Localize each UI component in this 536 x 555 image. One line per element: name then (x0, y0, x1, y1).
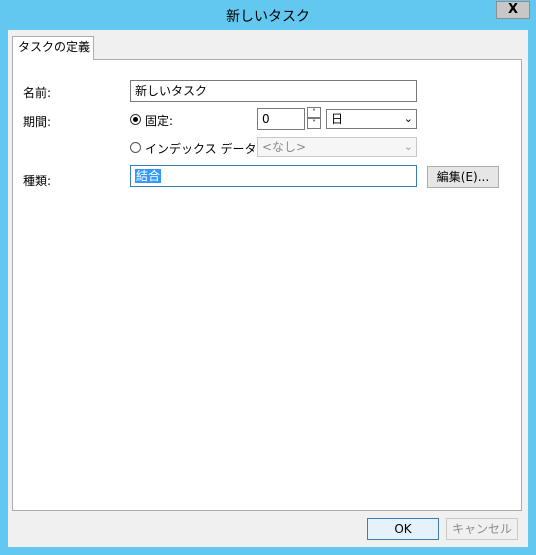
unit-select[interactable]: 日 ⌄ (326, 109, 417, 129)
cancel-button[interactable]: キャンセル (446, 518, 518, 540)
chevron-up-icon: ˄ (312, 108, 316, 117)
name-input[interactable]: 新しいタスク (130, 80, 417, 102)
fixed-duration-input[interactable]: 0 (257, 108, 305, 130)
close-button[interactable]: X (496, 1, 530, 19)
type-input-selected-text: 結合 (135, 169, 162, 183)
title-bar[interactable]: 新しいタスク X (0, 0, 536, 30)
tab-panel: 名前: 新しいタスク 期間: 固定: 0 ˄ ˅ 日 ⌄ インデックス データ:… (12, 59, 522, 511)
index-data-select[interactable]: <なし> ⌄ (257, 137, 417, 157)
fixed-radio[interactable] (130, 114, 141, 125)
type-label: 種類: (23, 174, 52, 188)
duration-label: 期間: (23, 115, 52, 129)
unit-select-value: 日 (331, 112, 344, 126)
dropdown-arrow-icon: ⌄ (403, 140, 413, 153)
dialog-window: 新しいタスク X タスクの定義 名前: 新しいタスク 期間: 固定: 0 ˄ ˅… (0, 0, 536, 555)
spin-down-button[interactable]: ˅ (307, 118, 321, 129)
index-data-label: インデックス データ: (145, 142, 261, 156)
index-data-radio[interactable] (130, 142, 141, 153)
index-data-select-value: <なし> (262, 140, 307, 154)
chevron-down-icon: ˅ (312, 119, 316, 128)
dropdown-arrow-icon: ⌄ (403, 112, 413, 125)
window-title: 新しいタスク (226, 9, 310, 25)
dialog-client: タスクの定義 名前: 新しいタスク 期間: 固定: 0 ˄ ˅ 日 ⌄ インデッ… (8, 30, 528, 547)
edit-button[interactable]: 編集(E)... (427, 166, 499, 188)
ok-button[interactable]: OK (367, 518, 439, 540)
name-label: 名前: (23, 86, 52, 100)
tab-task-definition[interactable]: タスクの定義 (12, 36, 94, 60)
fixed-label: 固定: (145, 114, 174, 128)
spin-up-button[interactable]: ˄ (307, 107, 321, 118)
type-input[interactable]: 結合 (130, 165, 417, 187)
